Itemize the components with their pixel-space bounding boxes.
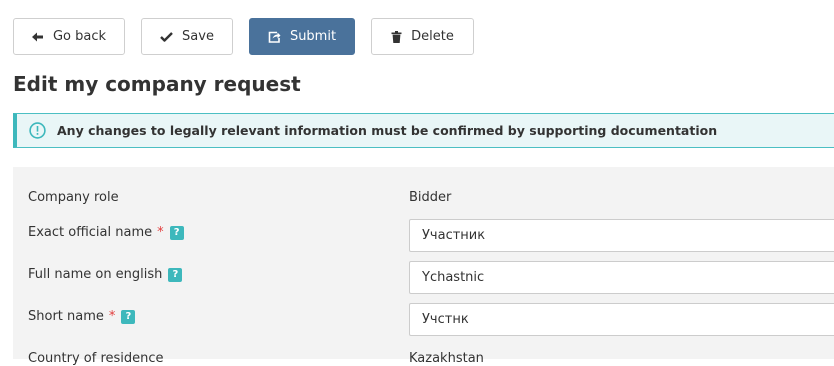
help-icon[interactable]: ?	[168, 267, 183, 282]
short-name-label: Short name * ?	[28, 309, 136, 324]
page-title: Edit my company request	[13, 72, 301, 96]
short-name-input[interactable]	[409, 303, 834, 336]
company-form: Company role Bidder Exact official name …	[13, 167, 834, 366]
required-marker: *	[108, 309, 116, 324]
delete-button[interactable]: Delete	[371, 18, 474, 55]
submit-label: Submit	[289, 29, 337, 44]
go-back-button[interactable]: Go back	[13, 18, 125, 55]
go-back-label: Go back	[52, 29, 107, 44]
company-role-label: Company role	[28, 190, 119, 205]
share-square-icon	[268, 31, 281, 43]
info-notice: Any changes to legally relevant informat…	[13, 113, 834, 148]
trash-icon	[391, 30, 402, 43]
company-role-value: Bidder	[409, 190, 452, 205]
full-name-english-input[interactable]	[409, 261, 834, 294]
notice-message: Any changes to legally relevant informat…	[57, 123, 718, 138]
required-marker: *	[157, 225, 164, 240]
help-icon[interactable]: ?	[121, 309, 136, 324]
exact-official-name-label: Exact official name * ?	[28, 225, 184, 240]
submit-button[interactable]: Submit	[249, 18, 355, 55]
arrow-left-icon	[31, 32, 44, 42]
save-label: Save	[182, 29, 214, 44]
exact-official-name-input[interactable]	[409, 219, 834, 252]
delete-label: Delete	[411, 29, 454, 44]
checkmark-icon	[160, 31, 173, 42]
full-name-english-label: Full name on english ?	[28, 267, 183, 282]
help-icon[interactable]: ?	[169, 225, 184, 240]
save-button[interactable]: Save	[141, 18, 233, 55]
info-circle-icon	[29, 122, 46, 139]
